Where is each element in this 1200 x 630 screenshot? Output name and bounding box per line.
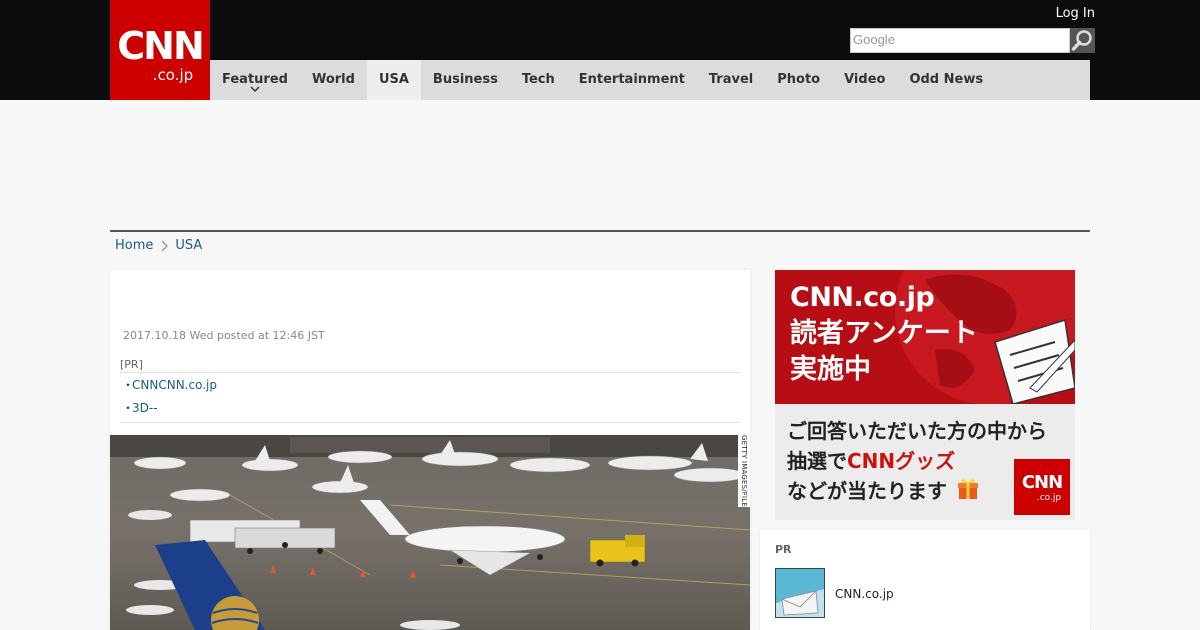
banner-subtitle: 読者アンケート [790, 318, 978, 349]
nav-item-world[interactable]: World [300, 60, 367, 100]
banner-title: CNN.co.jp [790, 282, 935, 313]
nav-item-photo[interactable]: Photo [765, 60, 832, 100]
banner-subtitle-2: 実施中 [790, 354, 871, 385]
nav-item-label: Entertainment [578, 72, 685, 87]
banner-body-text: 抽選で [787, 449, 847, 473]
banner-body-text: などが当たります [787, 479, 947, 503]
photo-credit: GETTY IMAGES/FILE [738, 435, 750, 507]
nav-item-usa[interactable]: USA [366, 60, 421, 100]
pr-links-block: [PR] ・ CNNCNN.co.jp ・ 3D-- [120, 358, 740, 423]
bullet: ・ [122, 400, 135, 415]
nav-item-tech[interactable]: Tech [510, 60, 567, 100]
nav-item-business[interactable]: Business [421, 60, 510, 100]
list-item: ・ 3D-- [120, 396, 740, 419]
main-nav: Featured World USA Business Tech Enterta… [210, 60, 1090, 100]
pr-thumbnail[interactable] [775, 568, 825, 618]
gift-icon [957, 479, 978, 499]
nav-item-entertainment[interactable]: Entertainment [567, 60, 697, 100]
nav-item-label: Odd News [909, 72, 984, 87]
logo-main-text: CNN [117, 24, 205, 68]
article-card: 2017.10.18 Wed posted at 12:46 JST [PR] … [110, 270, 750, 630]
logo-sub-text: .co.jp [152, 66, 194, 84]
nav-item-label: Photo [777, 72, 821, 87]
pr-link[interactable]: CNNCNN.co.jp [132, 374, 217, 396]
list-item: ・ CNNCNN.co.jp [120, 373, 740, 396]
search-input[interactable] [850, 28, 1070, 53]
pr-list: ・ CNNCNN.co.jp ・ 3D-- [120, 373, 740, 423]
cnn-logo[interactable]: CNN .co.jp [110, 0, 210, 100]
nav-item-video[interactable]: Video [832, 60, 897, 100]
breadcrumb-usa[interactable]: USA [175, 238, 202, 253]
sidebar-pr-box: PR CNN.co.jp [760, 530, 1090, 630]
envelope-icon [776, 569, 824, 617]
banner-body-line: などが当たります [787, 476, 980, 506]
nav-item-label: Business [432, 72, 498, 87]
pr-link[interactable]: 3D-- [132, 397, 158, 419]
photo-credit-text: GETTY IMAGES/FILE [740, 435, 748, 508]
nav-item-label: World [311, 72, 355, 87]
login-link[interactable]: Log In [1056, 6, 1095, 21]
nav-item-featured[interactable]: Featured [210, 60, 300, 100]
chevron-down-icon [250, 86, 260, 93]
nav-item-label: Travel [708, 72, 754, 87]
search-button[interactable] [1070, 28, 1095, 53]
pr-label: [PR] [120, 358, 740, 373]
nav-item-label: USA [378, 72, 409, 87]
cnn-mini-logo: CNN .co.jp [1014, 459, 1070, 515]
search-icon [1071, 30, 1092, 51]
mini-logo-main: CNN [1021, 472, 1063, 493]
airport-tarmac-image [110, 435, 750, 630]
survey-banner-ad[interactable]: CNN.co.jp 読者アンケート 実施中 ご回答いただいた方の中から 抽選でC… [775, 270, 1075, 520]
banner-bottom-panel: ご回答いただいた方の中から 抽選でCNNグッズ などが当たります CNN .co… [775, 404, 1075, 520]
breadcrumb: Home USA [115, 238, 202, 253]
banner-highlight: CNNグッズ [847, 449, 956, 473]
banner-body-line: 抽選でCNNグッズ [787, 446, 955, 476]
breadcrumb-home[interactable]: Home [115, 238, 153, 253]
mini-logo-sub: .co.jp [1036, 493, 1062, 503]
chevron-right-icon [161, 240, 169, 251]
banner-body-line: ご回答いただいた方の中から [787, 419, 1047, 443]
sidebar-pr-link[interactable]: CNN.co.jp [835, 587, 894, 601]
ad-area-divider [110, 230, 1090, 232]
posted-timestamp: 2017.10.18 Wed posted at 12:46 JST [123, 329, 325, 342]
nav-item-label: Tech [521, 72, 555, 87]
bullet: ・ [122, 377, 135, 392]
article-photo: GETTY IMAGES/FILE [110, 435, 750, 630]
sidebar-pr-label: PR [775, 543, 792, 556]
nav-item-label: Video [844, 72, 886, 87]
nav-item-travel[interactable]: Travel [697, 60, 765, 100]
banner-top-panel: CNN.co.jp 読者アンケート 実施中 [775, 270, 1075, 404]
nav-item-odd-news[interactable]: Odd News [897, 60, 995, 100]
